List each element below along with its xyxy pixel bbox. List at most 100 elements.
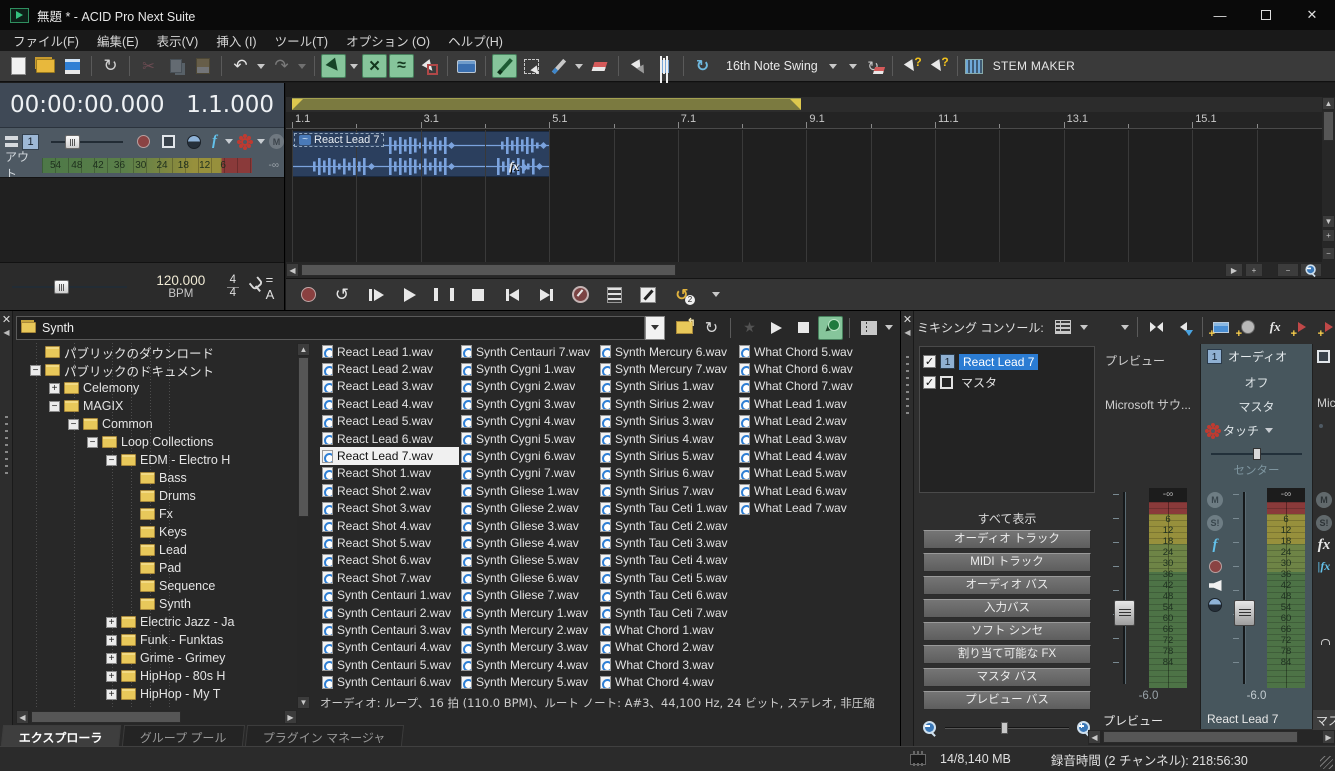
master-fx-icon[interactable]: fx [1318,538,1331,553]
strip-solo-ghost-icon[interactable]: S! [1207,515,1223,531]
paste-icon[interactable] [190,54,215,78]
tree-item[interactable]: Synth [16,595,296,613]
mixer-scroll-right-button[interactable]: ▶ [1322,730,1335,744]
zoom-in-vertical-button[interactable]: + [1322,229,1335,242]
file-item[interactable]: Synth Centauri 4.wav [320,639,459,656]
mixer-filter-button[interactable]: プレビュー バス [923,691,1091,710]
output-meter[interactable]: 54484236302418126 [42,158,252,173]
mixer-zoom-slider[interactable] [945,721,1069,735]
caret-icon[interactable] [703,283,729,307]
expand-icon[interactable]: + [106,653,117,664]
record-icon[interactable] [295,283,321,307]
playsm-icon[interactable] [764,316,789,340]
file-item[interactable]: Synth Centauri 1.wav [320,586,459,603]
file-item[interactable]: Synth Sirius 7.wav [598,482,737,499]
path-dropdown-button[interactable] [645,316,665,340]
mixer-filter-button[interactable]: マスタ バス [923,668,1091,687]
tree-scroll-up-button[interactable]: ▲ [297,343,310,356]
collapse-icon[interactable]: − [87,437,98,448]
tree-item[interactable]: −Loop Collections [16,433,296,451]
file-item[interactable]: Synth Cygni 1.wav [459,360,598,377]
file-item[interactable]: Synth Sirius 1.wav [598,378,737,395]
caret-icon[interactable] [348,54,360,78]
collapse-icon[interactable]: − [49,401,60,412]
tree-item[interactable]: Drums [16,487,296,505]
file-item[interactable]: Synth Sirius 2.wav [598,395,737,412]
track-fader[interactable] [1231,492,1257,684]
stopsm-icon[interactable] [791,316,816,340]
addruler-icon[interactable] [1209,315,1234,339]
file-item[interactable]: Synth Sirius 4.wav [598,430,737,447]
file-item[interactable]: React Lead 4.wav [320,395,459,412]
file-item[interactable]: React Lead 6.wav [320,430,459,447]
addknob-icon[interactable] [1236,315,1261,339]
explorer-collapse-icon[interactable]: ◀ [1,327,12,339]
stem-maker-button[interactable]: STEM MAKER [989,59,1075,73]
mixer-track-row[interactable]: ✓1React Lead 7 [923,351,1091,372]
hscroll-thumb[interactable] [301,264,676,276]
mixer-track-row[interactable]: ✓マスタ [923,372,1091,393]
file-item[interactable]: Synth Centauri 5.wav [320,656,459,673]
tree-item[interactable]: Keys [16,523,296,541]
tree-item[interactable]: +Celemony [16,379,296,397]
expand-icon[interactable]: + [49,383,60,394]
timecode-display[interactable]: 00:00:00.000 [10,92,165,118]
tree-item[interactable]: +HipHop - My T [16,685,296,703]
paintcur-icon[interactable] [416,54,441,78]
file-item[interactable]: What Chord 5.wav [737,343,876,360]
addbus2-icon[interactable] [1317,315,1335,339]
file-item[interactable]: Synth Cygni 6.wav [459,447,598,464]
track-gain-value[interactable]: -6.0 [1201,690,1312,702]
save-icon[interactable] [60,54,85,78]
mixer-scroll-left-button[interactable]: ◀ [1088,730,1101,744]
mixer-track-name[interactable]: React Lead 7 [959,354,1038,370]
scroll-right-button[interactable]: ▶ [1225,263,1243,277]
caret-icon[interactable] [1119,315,1131,339]
caret-icon[interactable] [573,54,585,78]
mixer-horizontal-scrollbar[interactable]: ◀ ▶ [1088,730,1335,745]
file-item[interactable]: What Lead 1.wav [737,395,876,412]
file-item[interactable]: Synth Tau Ceti 4.wav [598,552,737,569]
file-item[interactable]: Synth Gliese 6.wav [459,569,598,586]
caret-icon[interactable] [296,54,308,78]
grid-icon[interactable] [1051,315,1076,339]
expand-icon[interactable]: + [106,617,117,628]
file-item[interactable]: Synth Sirius 3.wav [598,413,737,430]
dock1-icon[interactable] [1144,315,1169,339]
device-gear-icon[interactable] [241,138,249,146]
master-io-icon[interactable] [1317,350,1330,363]
strip-output-bus[interactable]: マスタ [1201,398,1312,415]
file-item[interactable]: Synth Gliese 7.wav [459,586,598,603]
zoom-in-button[interactable]: + [1245,263,1263,277]
menu-item[interactable]: ツール(T) [266,29,337,52]
file-item[interactable]: What Lead 4.wav [737,447,876,464]
file-item[interactable]: Synth Sirius 6.wav [598,465,737,482]
prev-icon[interactable] [499,283,525,307]
file-item[interactable]: React Shot 2.wav [320,482,459,499]
file-item[interactable]: Synth Tau Ceti 2.wav [598,517,737,534]
menu-item[interactable]: ヘルプ(H) [439,29,512,52]
strip-fx-icon[interactable]: f [1213,538,1218,553]
brush-icon[interactable] [546,54,571,78]
zoom-out-button[interactable]: − [1277,263,1299,277]
tree-item[interactable]: Fx [16,505,296,523]
stop-icon[interactable] [465,283,491,307]
master-device[interactable]: Mic [1317,396,1335,410]
maximize-button[interactable] [1243,0,1289,30]
file-item[interactable]: Synth Centauri 7.wav [459,343,598,360]
file-item[interactable]: Synth Mercury 3.wav [459,639,598,656]
tloop-icon[interactable] [329,283,355,307]
zoom-tool-button[interactable] [1300,263,1322,277]
file-item[interactable]: Synth Gliese 5.wav [459,552,598,569]
file-item[interactable]: React Shot 3.wav [320,500,459,517]
pen-icon[interactable] [635,283,661,307]
close-button[interactable]: ✕ [1289,0,1335,30]
record-arm-icon[interactable] [137,135,150,148]
bpm-value[interactable]: 120.000 [149,273,213,288]
menu-item[interactable]: オプション (O) [337,29,439,52]
tree-horizontal-scrollbar[interactable]: ◀ ▶ [16,710,297,724]
file-item[interactable]: Synth Cygni 4.wav [459,413,598,430]
file-item[interactable]: Synth Mercury 1.wav [459,604,598,621]
file-item[interactable]: What Lead 7.wav [737,500,876,517]
mixer-close-icon[interactable]: ✕ [902,314,913,326]
